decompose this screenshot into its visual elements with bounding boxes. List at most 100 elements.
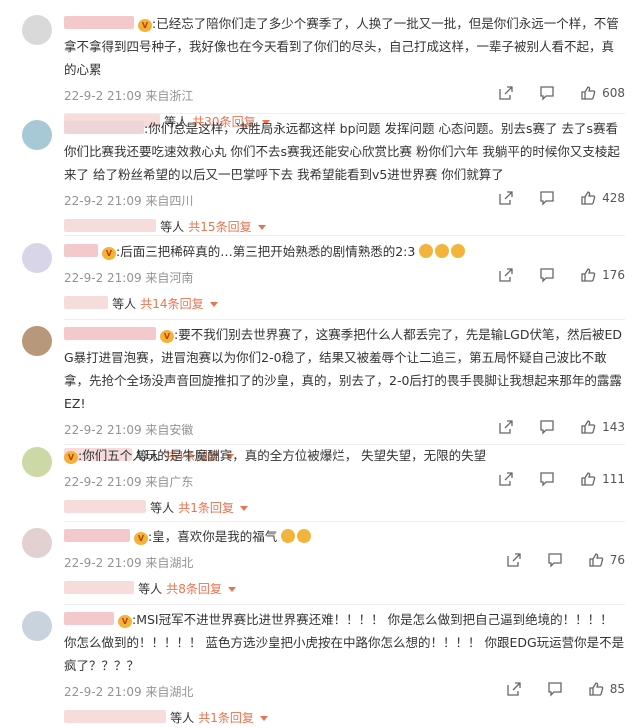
chevron-down-icon[interactable] [257, 225, 266, 230]
comment-icon[interactable] [539, 471, 555, 487]
comment-icon[interactable] [547, 552, 563, 568]
avatar[interactable] [22, 15, 52, 45]
comment-content: :MSI冠军不进世界赛比进世界赛还难！！！！ 你是怎么做到把自己逼到绝境的！！！… [64, 612, 625, 673]
like-count: 76 [609, 553, 625, 567]
comment-time: 22-9-2 21:09 来自浙江 [64, 89, 194, 103]
share-icon[interactable] [498, 190, 514, 206]
comment-icon[interactable] [539, 267, 555, 283]
thumbs-up-emoji-icon [297, 529, 312, 543]
reply-users-blurred[interactable] [64, 710, 166, 723]
like-icon[interactable] [580, 267, 596, 283]
comment-time: 22-9-2 21:09 来自广东 [64, 475, 194, 489]
like-count: 111 [602, 472, 625, 486]
comment-list: V:已经忘了陪你们走了多少个赛季了，人换了一批又一批，但是你们永远一个样，不管拿… [0, 0, 641, 728]
reply-prefix: 等人 [112, 297, 137, 311]
avatar[interactable] [22, 243, 52, 273]
fan-badge-icon: V [133, 532, 148, 545]
username-blurred[interactable] [64, 121, 144, 134]
reply-users-blurred[interactable] [64, 296, 108, 309]
comment-text: V:要不我们别去世界赛了，这赛季把什么人都丢完了，先是输LGD伏笔，然后被EDG… [64, 323, 625, 415]
comment-content: :皇，喜欢你是我的福气 [147, 529, 278, 544]
divider [64, 521, 625, 522]
thumbs-up-emoji-icon [419, 244, 434, 258]
reply-prefix: 等人 [160, 220, 185, 234]
comment-icon[interactable] [547, 681, 563, 697]
comment-text: V:MSI冠军不进世界赛比进世界赛还难！！！！ 你是怎么做到把自己逼到绝境的！！… [64, 608, 625, 677]
like-icon[interactable] [588, 681, 604, 697]
share-icon[interactable] [506, 552, 522, 568]
share-icon[interactable] [498, 267, 514, 283]
comment-icon[interactable] [539, 85, 555, 101]
avatar[interactable] [22, 447, 52, 477]
reply-expand-link[interactable]: 共15条回复 [188, 220, 251, 234]
like-count: 143 [602, 420, 625, 434]
comment-text: V:后面三把稀碎真的…第三把开始熟悉的剧情熟悉的2:3 [64, 240, 625, 263]
fan-badge-icon: V [101, 247, 116, 260]
share-icon[interactable] [498, 419, 514, 435]
reply-users-blurred[interactable] [64, 219, 156, 232]
share-icon[interactable] [506, 681, 522, 697]
username-blurred[interactable] [64, 327, 156, 340]
username-blurred[interactable] [64, 612, 114, 625]
comment-content: :后面三把稀碎真的…第三把开始熟悉的剧情熟悉的2:3 [115, 244, 416, 259]
divider [64, 113, 625, 114]
avatar[interactable] [22, 326, 52, 356]
username-blurred[interactable] [64, 244, 98, 257]
reply-expand-link[interactable]: 共14条回复 [140, 297, 203, 311]
comment-text: V:你们五个人玩的是牛魔酬宾，真的全方位被爆烂， 失望失望，无限的失望 [64, 444, 625, 467]
like-count: 608 [602, 86, 625, 100]
reply-summary: 等人 共14条回复 [64, 295, 625, 317]
reply-prefix: 等人 [138, 582, 163, 596]
reply-summary: 等人 共1条回复 [64, 499, 625, 521]
chevron-down-icon[interactable] [259, 716, 268, 721]
comment-content: :你们总是这样，决胜局永远都这样 bp问题 发挥问题 心态问题。别去s赛了 去了… [64, 121, 620, 182]
comment-time: 22-9-2 21:09 来自四川 [64, 194, 194, 208]
like-icon[interactable] [580, 85, 596, 101]
avatar[interactable] [22, 611, 52, 641]
reply-summary: 等人 共8条回复 [64, 580, 625, 602]
reply-users-blurred[interactable] [64, 581, 134, 594]
fan-badge-icon: V [137, 19, 152, 32]
divider [64, 235, 625, 236]
reply-expand-link[interactable]: 共1条回复 [198, 711, 254, 725]
divider [64, 604, 625, 605]
like-icon[interactable] [580, 471, 596, 487]
chevron-down-icon[interactable] [209, 302, 218, 307]
like-icon[interactable] [588, 552, 604, 568]
avatar[interactable] [22, 120, 52, 150]
reply-prefix: 等人 [150, 501, 175, 515]
chevron-down-icon[interactable] [227, 587, 236, 592]
comment-text: :你们总是这样，决胜局永远都这样 bp问题 发挥问题 心态问题。别去s赛了 去了… [64, 117, 625, 186]
like-icon[interactable] [580, 419, 596, 435]
share-icon[interactable] [498, 471, 514, 487]
chevron-down-icon[interactable] [239, 506, 248, 511]
like-count: 85 [609, 682, 625, 696]
reply-summary: 等人 共1条回复 [64, 709, 625, 728]
fan-badge-icon: V [159, 330, 174, 343]
thumbs-up-emoji-icon [281, 529, 296, 543]
reply-expand-link[interactable]: 共1条回复 [178, 501, 234, 515]
comment-time: 22-9-2 21:09 来自河南 [64, 271, 194, 285]
fan-badge-icon: V [117, 615, 132, 628]
username-blurred[interactable] [64, 16, 134, 29]
fan-badge-icon: V [64, 451, 78, 464]
like-count: 428 [602, 191, 625, 205]
reply-summary: 等人 共15条回复 [64, 218, 625, 240]
comment-icon[interactable] [539, 190, 555, 206]
comment-time: 22-9-2 21:09 来自湖北 [64, 685, 194, 699]
reply-expand-link[interactable]: 共8条回复 [166, 582, 222, 596]
comment-time: 22-9-2 21:09 来自安徽 [64, 423, 194, 437]
like-icon[interactable] [580, 190, 596, 206]
comment-content: :你们五个人玩的是牛魔酬宾，真的全方位被爆烂， 失望失望，无限的失望 [78, 448, 487, 463]
avatar[interactable] [22, 528, 52, 558]
comment-text: V:已经忘了陪你们走了多少个赛季了，人换了一批又一批，但是你们永远一个样，不管拿… [64, 12, 625, 81]
divider [64, 319, 625, 320]
thumbs-up-emoji-icon [451, 244, 466, 258]
like-count: 176 [602, 268, 625, 282]
reply-users-blurred[interactable] [64, 500, 146, 513]
comment-time: 22-9-2 21:09 来自湖北 [64, 556, 194, 570]
comment-icon[interactable] [539, 419, 555, 435]
reply-prefix: 等人 [170, 711, 195, 725]
share-icon[interactable] [498, 85, 514, 101]
username-blurred[interactable] [64, 529, 130, 542]
